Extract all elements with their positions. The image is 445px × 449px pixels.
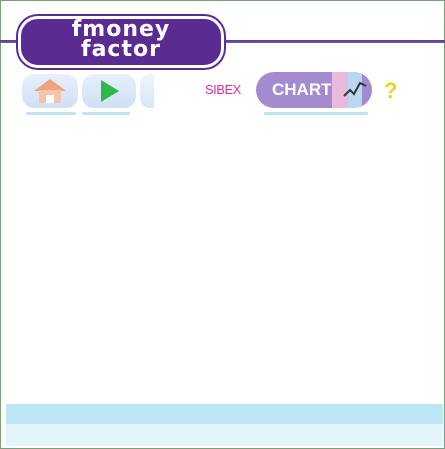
- play-button-underline: [82, 112, 130, 115]
- chart-button[interactable]: CHART: [256, 72, 372, 108]
- footer-bar: [6, 404, 443, 424]
- line-chart-icon: [343, 81, 367, 97]
- fmoney-factor-logo[interactable]: fmoney factor: [18, 16, 224, 68]
- house-icon: [34, 79, 66, 103]
- chart-button-label: CHART: [272, 80, 332, 99]
- home-button-underline: [26, 112, 76, 115]
- sibex-link[interactable]: SIBEX: [205, 82, 241, 97]
- nav-button-partial[interactable]: [140, 74, 154, 108]
- chart-button-underline: [264, 112, 368, 115]
- question-mark-icon[interactable]: ?: [384, 78, 397, 104]
- play-triangle-icon: [101, 80, 119, 102]
- play-button[interactable]: [82, 74, 136, 108]
- home-button[interactable]: [22, 74, 78, 108]
- logo-line-2: factor: [81, 37, 161, 62]
- footer-bar-lower: [6, 424, 443, 446]
